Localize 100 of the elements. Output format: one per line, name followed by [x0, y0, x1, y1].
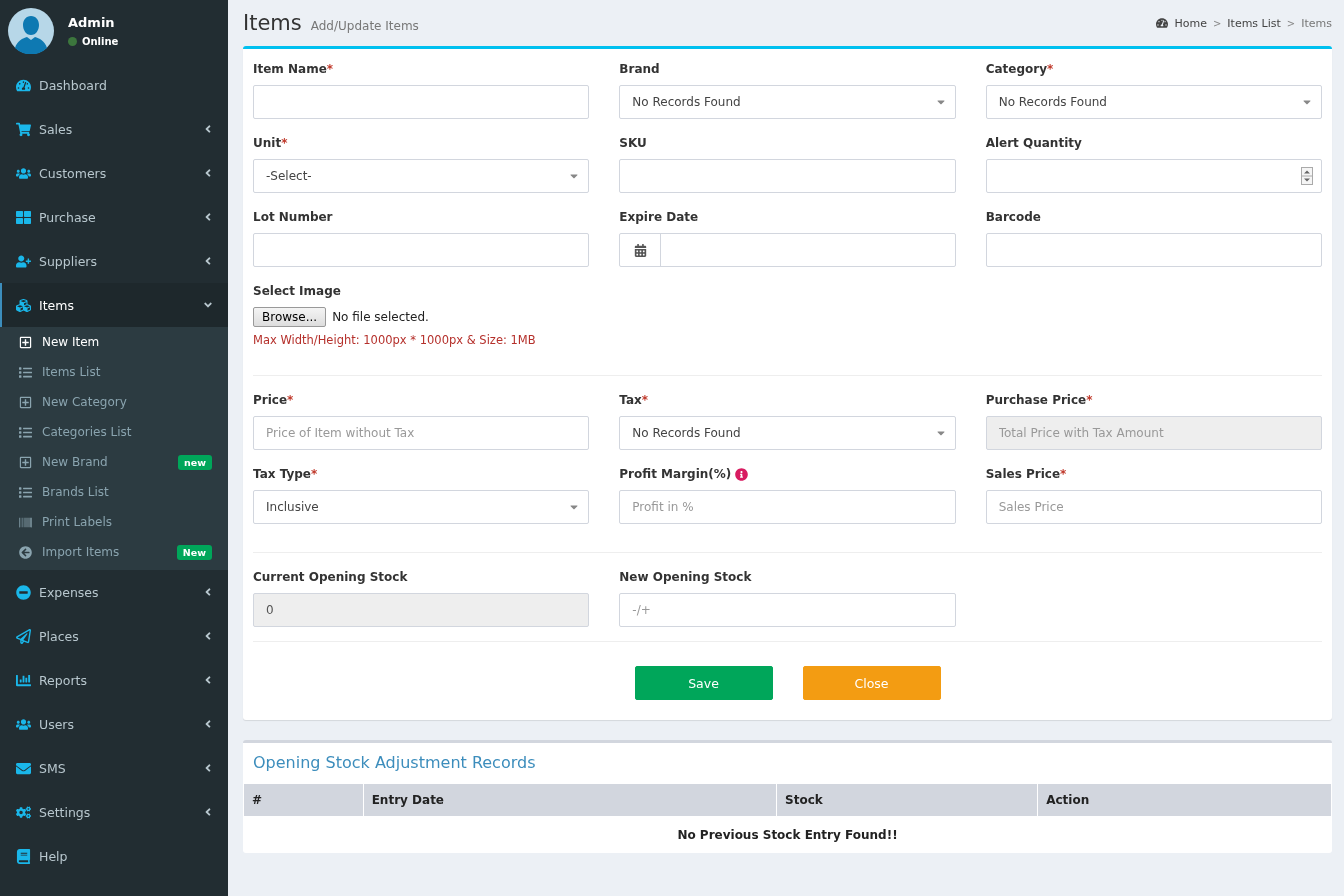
file-status: No file selected. — [332, 310, 429, 324]
text-input[interactable]: Sales Price — [985, 490, 1322, 524]
text-input[interactable]: Price of Item without Tax — [253, 416, 590, 450]
field-label: Category — [985, 62, 1047, 76]
sidebar-item[interactable]: Users — [0, 702, 228, 746]
required-mark: * — [310, 467, 318, 481]
breadcrumb-separator: > — [1286, 17, 1296, 29]
submenu-item[interactable]: Import Items New — [0, 537, 228, 567]
user-status: Online — [82, 36, 119, 47]
submenu-item[interactable]: Brands List — [0, 477, 228, 507]
user-name: Admin — [68, 15, 116, 30]
select-field[interactable]: No Records Found — [985, 85, 1322, 119]
required-mark: * — [326, 62, 334, 76]
cubes-icon — [16, 297, 31, 313]
users-icon — [16, 165, 31, 181]
avatar-icon — [8, 8, 54, 54]
list-icon — [19, 485, 32, 499]
sidebar-item[interactable]: Settings — [0, 790, 228, 834]
field-label: Item Name — [253, 62, 327, 76]
text-input[interactable] — [253, 85, 590, 119]
field-label: Price — [253, 393, 288, 407]
required-mark: * — [1086, 393, 1093, 407]
select-field[interactable]: Inclusive — [253, 490, 590, 524]
user-plus-icon — [16, 253, 31, 269]
new-badge: New — [176, 544, 212, 560]
page-subtitle: Add/Update Items — [310, 19, 419, 33]
sidebar-item[interactable]: Suppliers — [0, 239, 228, 283]
text-input[interactable] — [619, 159, 956, 193]
field-label: Alert Quantity — [985, 136, 1082, 150]
barcode-icon — [19, 515, 32, 529]
select-field[interactable]: -Select- — [253, 159, 590, 193]
field-label: Current Opening Stock — [253, 570, 408, 584]
list-icon — [19, 425, 32, 439]
breadcrumb-link[interactable]: Items List — [1227, 16, 1281, 30]
field-label: Profit Margin(%) — [619, 467, 732, 481]
column-header: Entry Date — [363, 783, 777, 817]
field-label: Lot Number — [253, 210, 333, 224]
sidebar-item[interactable]: SMS — [0, 746, 228, 790]
text-input[interactable] — [253, 233, 590, 267]
column-header: Action — [1037, 783, 1332, 817]
required-mark: * — [641, 393, 649, 407]
info-icon[interactable] — [735, 467, 749, 481]
sidebar-item[interactable]: Reports — [0, 658, 228, 702]
field-label: SKU — [619, 136, 647, 150]
required-mark: * — [1047, 62, 1054, 76]
number-field[interactable] — [985, 159, 1322, 193]
image-hint: Max Width/Height: 1000px * 1000px & Size: 1MB — [253, 333, 537, 347]
text-input[interactable]: -/+ — [619, 593, 956, 627]
select-field[interactable]: No Records Found — [619, 85, 956, 119]
field-label: Barcode — [985, 210, 1041, 224]
date-field[interactable] — [619, 233, 956, 267]
sidebar-item[interactable]: Expenses — [0, 570, 228, 614]
breadcrumb-link[interactable]: Items — [1301, 16, 1332, 30]
sidebar-item[interactable]: Customers — [0, 151, 228, 195]
sidebar-item[interactable]: Purchase — [0, 195, 228, 239]
gauge-icon — [1156, 17, 1169, 29]
gears-icon — [16, 804, 31, 820]
text-input[interactable] — [985, 233, 1322, 267]
submenu-item[interactable]: New Category — [0, 387, 228, 417]
text-input[interactable]: Profit in % — [619, 490, 956, 524]
field-label: Unit — [253, 136, 282, 150]
page-title: Items — [243, 11, 302, 35]
book-icon — [16, 848, 31, 864]
required-mark: * — [287, 393, 294, 407]
select-field[interactable]: No Records Found — [619, 416, 956, 450]
records-title: Opening Stock Adjustment Records — [252, 752, 537, 774]
field-label: New Opening Stock — [619, 570, 752, 584]
breadcrumb-link[interactable]: Home — [1174, 16, 1207, 30]
submenu-item[interactable]: Print Labels — [0, 507, 228, 537]
submenu-item[interactable]: Categories List — [0, 417, 228, 447]
readonly-input[interactable]: Total Price with Tax Amount — [985, 416, 1322, 450]
calendar-icon — [633, 243, 647, 257]
new-badge: new — [178, 454, 212, 470]
bar-chart-icon — [16, 672, 31, 688]
sidebar-item[interactable]: Help — [0, 834, 228, 878]
readonly-input[interactable]: 0 — [253, 593, 590, 627]
grid-icon — [16, 209, 31, 225]
field-label: Tax Type — [253, 467, 311, 481]
column-header: # — [243, 783, 364, 817]
gauge-icon — [16, 77, 31, 93]
paper-plane-icon — [16, 628, 31, 644]
list-icon — [19, 365, 32, 379]
sidebar-item[interactable]: Sales — [0, 107, 228, 151]
field-label: Tax — [619, 393, 642, 407]
browse-button[interactable]: Browse... — [253, 307, 327, 327]
empty-message: No Previous Stock Entry Found!! — [243, 816, 1332, 853]
required-mark: * — [1060, 467, 1067, 481]
spinner-icon[interactable] — [1301, 167, 1313, 185]
field-label: Purchase Price — [985, 393, 1087, 407]
sidebar-item[interactable]: Items — [0, 283, 228, 327]
field-label: Sales Price — [985, 467, 1061, 481]
submenu-item[interactable]: New Item — [0, 327, 228, 357]
sidebar-item[interactable]: Places — [0, 614, 228, 658]
field-label: Expire Date — [619, 210, 699, 224]
sidebar-item[interactable]: Dashboard — [0, 63, 228, 107]
envelope-icon — [16, 760, 31, 776]
submenu-item[interactable]: New Brand new — [0, 447, 228, 477]
submenu-item[interactable]: Items List — [0, 357, 228, 387]
required-mark: * — [281, 136, 288, 150]
users-icon — [16, 716, 31, 732]
